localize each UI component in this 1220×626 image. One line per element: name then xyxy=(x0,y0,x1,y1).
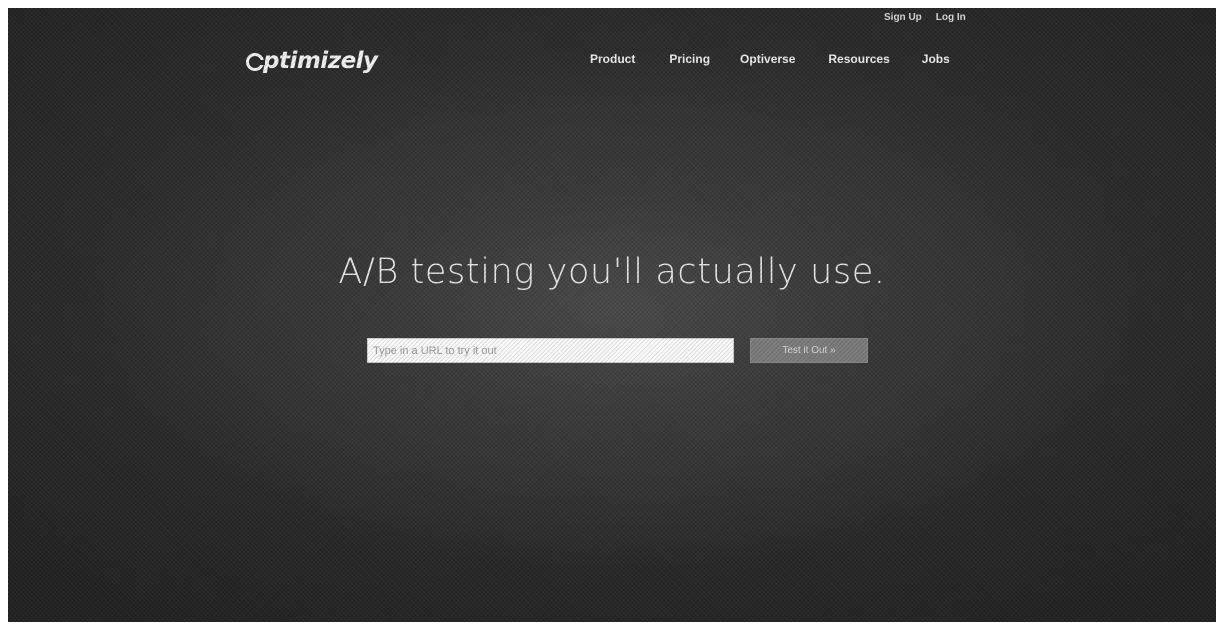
nav-item-optiverse[interactable]: Optiverse xyxy=(740,52,795,66)
nav-item-product[interactable]: Product xyxy=(590,52,635,66)
test-it-out-button[interactable]: Test it Out » xyxy=(750,338,868,363)
nav-item-pricing[interactable]: Pricing xyxy=(669,52,710,66)
nav-item-resources[interactable]: Resources xyxy=(828,52,889,66)
optimizely-logo[interactable]: ptimizely xyxy=(246,48,378,74)
nav-item-jobs[interactable]: Jobs xyxy=(922,52,950,66)
log-in-link[interactable]: Log In xyxy=(936,12,966,23)
account-links: Sign Up Log In xyxy=(884,12,966,23)
logo-text: ptimizely xyxy=(263,48,378,74)
hero-headline: A/B testing you'll actually use. xyxy=(338,252,886,292)
page-frame: Sign Up Log In ptimizely Product Pricing… xyxy=(8,8,1216,622)
main-nav: Product Pricing Optiverse Resources Jobs xyxy=(590,52,950,66)
url-input[interactable] xyxy=(367,338,734,363)
sign-up-link[interactable]: Sign Up xyxy=(884,12,922,23)
optimizely-logo-icon xyxy=(246,53,265,71)
